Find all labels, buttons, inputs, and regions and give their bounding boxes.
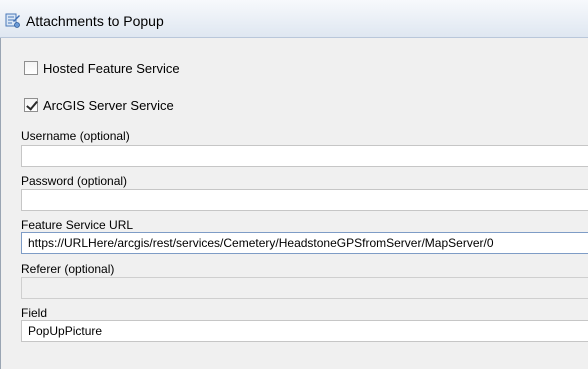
- username-label: Username (optional): [21, 129, 130, 143]
- window-title: Attachments to Popup: [26, 13, 164, 29]
- password-input[interactable]: [21, 189, 588, 211]
- tool-icon: [5, 13, 20, 28]
- field-label: Field: [21, 306, 48, 320]
- feature-service-url-input[interactable]: [21, 232, 588, 254]
- hosted-feature-service-option[interactable]: Hosted Feature Service: [24, 60, 180, 76]
- arcgis-server-service-label: ArcGIS Server Service: [43, 97, 174, 113]
- field-input[interactable]: [21, 320, 588, 342]
- feature-service-url-label: Feature Service URL: [21, 218, 134, 232]
- referer-label: Referer (optional): [21, 262, 115, 276]
- password-label: Password (optional): [21, 174, 128, 188]
- hosted-feature-service-checkbox[interactable]: [24, 61, 38, 75]
- referer-input[interactable]: [21, 277, 588, 299]
- arcgis-server-service-option[interactable]: ArcGIS Server Service: [24, 97, 174, 113]
- arcgis-server-service-checkbox[interactable]: [24, 98, 38, 112]
- title-bar: Attachments to Popup: [0, 0, 588, 38]
- username-input[interactable]: [21, 145, 588, 167]
- hosted-feature-service-label: Hosted Feature Service: [43, 60, 180, 76]
